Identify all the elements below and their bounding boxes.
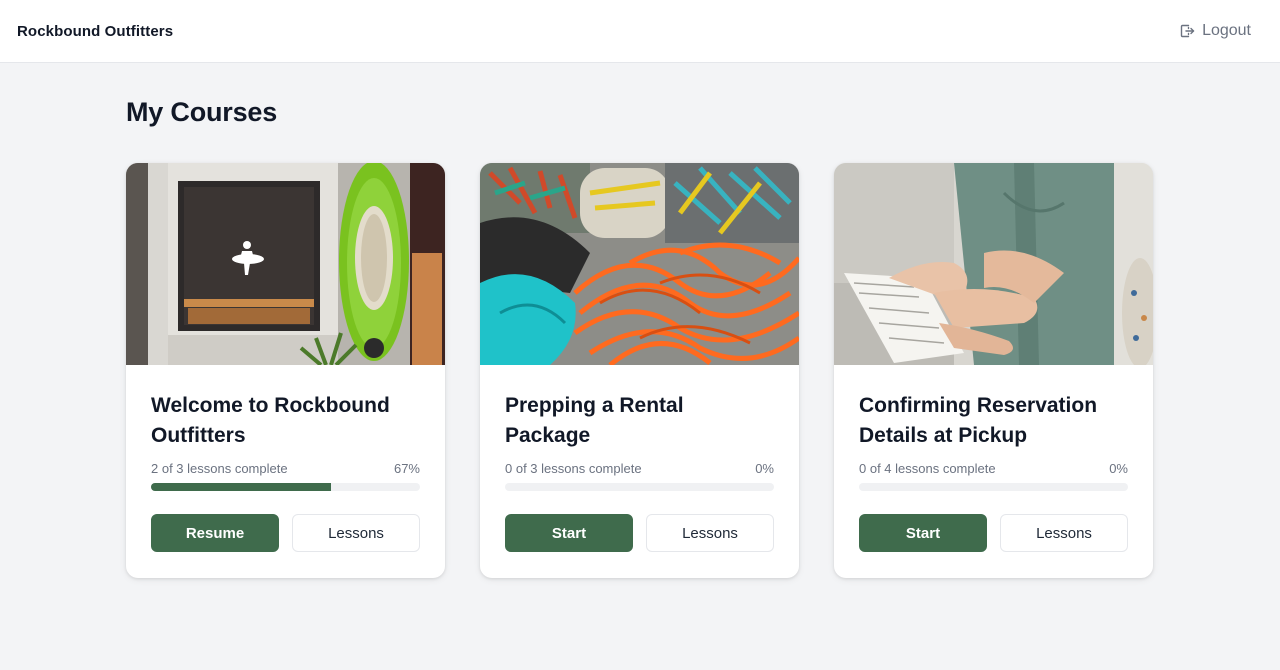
course-image-paperwork bbox=[834, 163, 1153, 365]
progress-bar-fill bbox=[151, 483, 332, 491]
page-title: My Courses bbox=[126, 97, 278, 127]
course-title[interactable]: Confirming Reservation Details at Pickup bbox=[859, 391, 1128, 451]
course-image-climbing-gear bbox=[480, 163, 799, 365]
start-button[interactable]: Start bbox=[505, 514, 633, 552]
logout-label: Logout bbox=[1202, 22, 1251, 39]
progress-row: 2 of 3 lessons complete 67% bbox=[151, 461, 420, 476]
course-card: Welcome to Rockbound Outfitters 2 of 3 l… bbox=[126, 163, 445, 578]
start-button[interactable]: Start bbox=[859, 514, 987, 552]
course-title[interactable]: Prepping a Rental Package bbox=[505, 391, 774, 451]
progress-text: 0 of 4 lessons complete bbox=[859, 461, 996, 476]
logout-button[interactable]: Logout bbox=[1179, 22, 1251, 40]
brand-name[interactable]: Rockbound Outfitters bbox=[17, 23, 173, 40]
resume-button[interactable]: Resume bbox=[151, 514, 279, 552]
top-bar: Rockbound Outfitters Logout bbox=[0, 0, 1280, 63]
course-image-storefront bbox=[126, 163, 445, 365]
course-card-body: Welcome to Rockbound Outfitters 2 of 3 l… bbox=[126, 365, 445, 578]
card-actions: Start Lessons bbox=[859, 514, 1128, 552]
lessons-button[interactable]: Lessons bbox=[646, 514, 774, 552]
course-card: Prepping a Rental Package 0 of 3 lessons… bbox=[480, 163, 799, 578]
progress-bar bbox=[151, 483, 420, 491]
main-content: My Courses Welcome to Rockbound Outfitte… bbox=[0, 97, 1280, 578]
lessons-button[interactable]: Lessons bbox=[292, 514, 420, 552]
progress-bar bbox=[505, 483, 774, 491]
progress-row: 0 of 3 lessons complete 0% bbox=[505, 461, 774, 476]
progress-row: 0 of 4 lessons complete 0% bbox=[859, 461, 1128, 476]
lessons-button[interactable]: Lessons bbox=[1000, 514, 1128, 552]
progress-bar bbox=[859, 483, 1128, 491]
progress-text: 0 of 3 lessons complete bbox=[505, 461, 642, 476]
logout-icon bbox=[1179, 23, 1195, 39]
progress-percent: 0% bbox=[755, 461, 774, 476]
course-card-body: Confirming Reservation Details at Pickup… bbox=[834, 365, 1153, 578]
card-actions: Start Lessons bbox=[505, 514, 774, 552]
progress-text: 2 of 3 lessons complete bbox=[151, 461, 288, 476]
progress-percent: 0% bbox=[1109, 461, 1128, 476]
progress-percent: 67% bbox=[393, 461, 420, 476]
card-actions: Resume Lessons bbox=[151, 514, 420, 552]
course-grid: Welcome to Rockbound Outfitters 2 of 3 l… bbox=[126, 163, 1154, 578]
course-card: Confirming Reservation Details at Pickup… bbox=[834, 163, 1153, 578]
course-card-body: Prepping a Rental Package 0 of 3 lessons… bbox=[480, 365, 799, 578]
course-title[interactable]: Welcome to Rockbound Outfitters bbox=[151, 391, 420, 451]
